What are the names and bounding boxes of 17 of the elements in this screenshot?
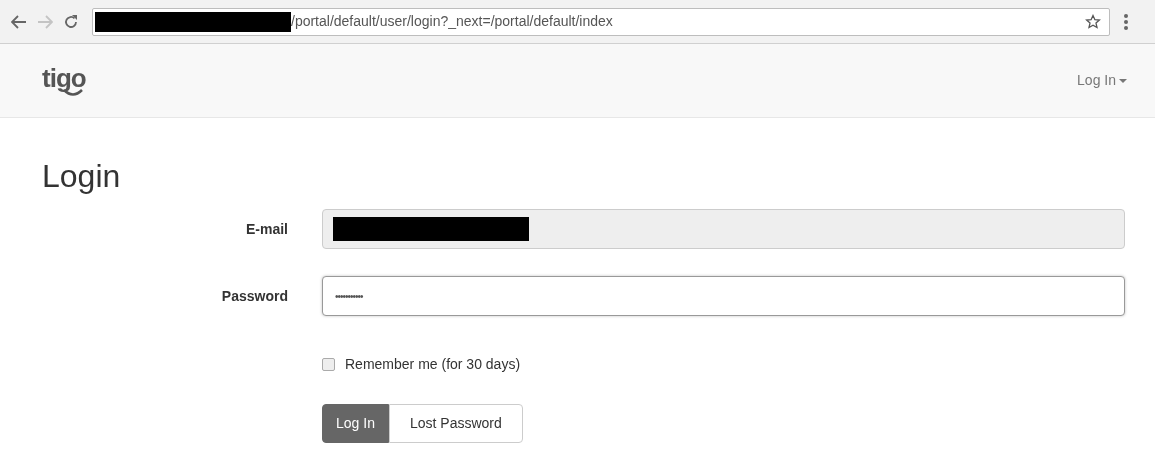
page-heading: Login (42, 158, 121, 194)
logo-text: tigo (42, 64, 86, 91)
field-label: E-mail (245, 219, 288, 239)
checkbox-label: Remember me (for 30 days) (345, 355, 521, 374)
menu-icon[interactable] (1124, 13, 1128, 30)
input-field[interactable]: ••••••••••• (322, 276, 1125, 316)
login-button[interactable]: Log In (322, 404, 389, 443)
login-menu[interactable]: Log In (1077, 70, 1127, 91)
checkbox[interactable] (322, 358, 335, 371)
lost-password-button[interactable]: Lost Password (388, 404, 523, 443)
password-value: ••••••••••• (335, 289, 363, 304)
reload-icon[interactable] (62, 12, 80, 31)
field-label: Password (220, 286, 288, 306)
bookmark-star-icon[interactable] (1085, 13, 1101, 30)
address-bar[interactable]: /portal/default/user/login?_next=/portal/default/index (92, 7, 1110, 36)
back-icon[interactable] (10, 12, 28, 31)
url-text: /portal/default/user/login?_next=/portal/default/index (291, 12, 613, 31)
